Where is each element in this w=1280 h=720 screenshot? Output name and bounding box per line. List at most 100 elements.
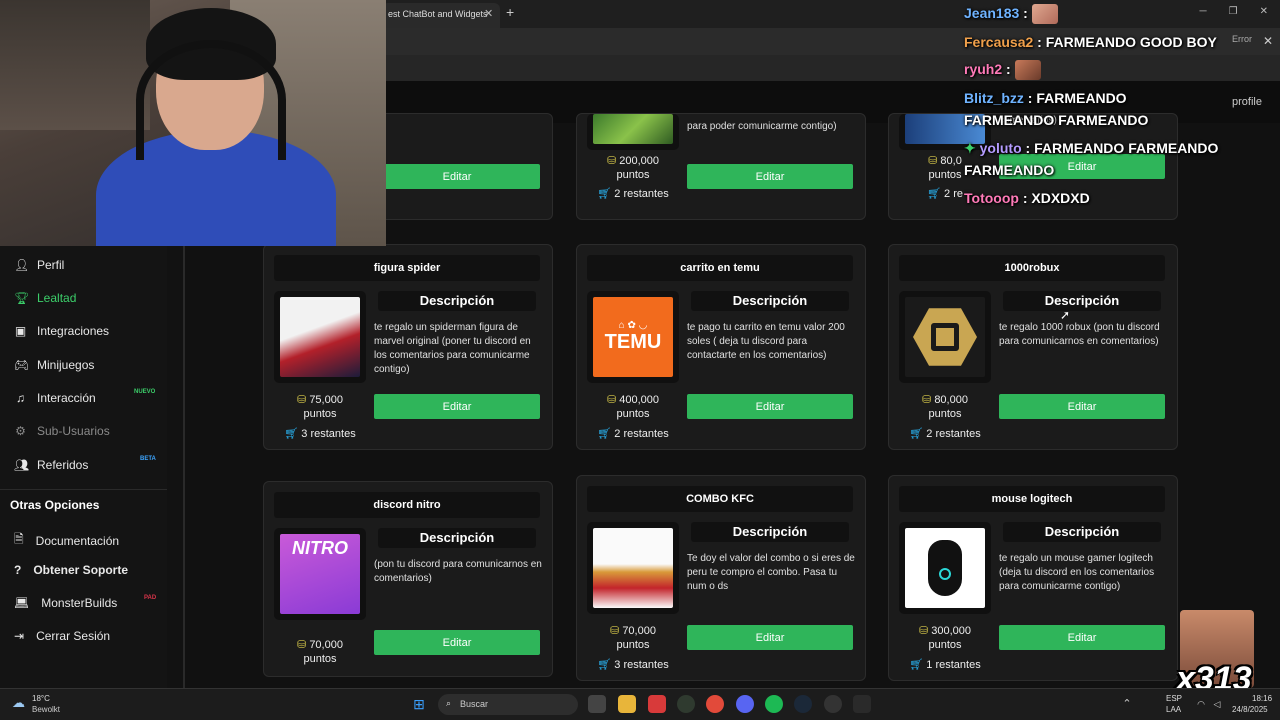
- discord-icon[interactable]: [736, 695, 754, 713]
- clock-time[interactable]: 18:16: [1252, 694, 1272, 703]
- cart-icon: 🛒︎: [927, 188, 941, 200]
- chat-message: Fercausa2 : FARMEANDO GOOD BOY: [964, 34, 1217, 50]
- reward-card: COMBO KFC Descripción Te doy el valor de…: [576, 475, 866, 681]
- reward-price: ⛁ 80,000 puntos: [922, 394, 968, 420]
- description-heading: Descripción: [1003, 291, 1161, 311]
- coin-icon: ⛁: [610, 625, 620, 637]
- music-icon: ♫: [16, 391, 25, 405]
- profile-link[interactable]: profile: [1232, 96, 1262, 108]
- edit-button[interactable]: Editar: [374, 164, 540, 189]
- steam-icon[interactable]: [794, 695, 812, 713]
- sidebar-item-sub-usuarios[interactable]: ⚙ Sub-Usuarios: [14, 424, 110, 438]
- reward-title: 1000robux: [899, 255, 1165, 281]
- reward-image: [899, 522, 991, 614]
- sidebar-item-lealtad[interactable]: 🏆︎ Lealtad: [14, 291, 76, 305]
- chrome-icon[interactable]: [706, 695, 724, 713]
- tray-chevron-icon[interactable]: ⌃: [1118, 695, 1136, 713]
- plug-icon: ▣: [14, 324, 27, 338]
- document-icon: 🗎: [14, 532, 24, 546]
- app-icon[interactable]: [648, 695, 666, 713]
- edit-button[interactable]: Editar: [687, 164, 853, 189]
- reward-image: [899, 291, 991, 383]
- cart-icon: 🛒︎: [284, 428, 299, 440]
- new-tab-button[interactable]: +: [506, 4, 514, 20]
- sidebar-item-integraciones[interactable]: ▣ Integraciones: [14, 324, 109, 338]
- chat-username: Fercausa2: [964, 34, 1034, 50]
- error-close-icon[interactable]: ✕: [1263, 34, 1273, 48]
- browser-tab[interactable]: est ChatBot and Widgets: [382, 3, 500, 28]
- tab-close-icon[interactable]: ✕: [484, 7, 493, 20]
- description-heading: Descripción: [1003, 522, 1161, 542]
- description-heading: Descripción: [378, 291, 536, 311]
- reward-title: carrito en temu: [587, 255, 853, 281]
- obs-icon[interactable]: [824, 695, 842, 713]
- sidebar: 👤︎ Perfil 🏆︎ Lealtad ▣ Integraciones 🎮︎ Mini…: [0, 246, 167, 688]
- reward-image: [587, 522, 679, 614]
- emote-icon: [1014, 60, 1041, 81]
- gamepad-icon: 🎮︎: [14, 358, 30, 372]
- weather-icon[interactable]: ☁: [12, 695, 25, 711]
- reward-price: ⛁ 70,000 puntos: [610, 625, 656, 651]
- stream-chat-overlay: Jean183 : Fercausa2 : FARMEANDO GOOD BOY…: [958, 0, 1220, 212]
- description-heading: Descripción: [378, 528, 536, 548]
- mouse-icon: [928, 540, 962, 596]
- reward-description: para poder comunicarme contigo): [687, 121, 837, 132]
- temu-logo: TEMU: [604, 331, 662, 353]
- reward-card: discord nitro NITRO Descripción (pon tu …: [263, 481, 553, 677]
- chat-username: yoluto: [979, 140, 1022, 156]
- reward-title: figura spider: [274, 255, 540, 281]
- spotify-icon[interactable]: [765, 695, 783, 713]
- sidebar-item-referidos[interactable]: 👥︎ Referidos: [14, 458, 88, 472]
- edit-button[interactable]: Editar: [374, 394, 540, 419]
- folder-icon[interactable]: [618, 695, 636, 713]
- reward-stock: 🛒︎ 2 restantes: [597, 188, 669, 200]
- error-badge[interactable]: Error: [1232, 34, 1252, 44]
- sidebar-item-perfil[interactable]: 👤︎ Perfil: [14, 258, 64, 272]
- app-icon[interactable]: [853, 695, 871, 713]
- language-indicator[interactable]: ESP: [1166, 694, 1182, 703]
- sidebar-item-documentacion[interactable]: 🗎 Documentación: [14, 530, 119, 551]
- weather-desc: Bewolkt: [32, 705, 61, 714]
- sidebar-item-soporte[interactable]: ? Obtener Soporte: [14, 563, 128, 577]
- reward-card: mouse logitech Descripción te regalo un …: [888, 475, 1178, 681]
- cart-icon: 🛒︎: [909, 659, 924, 671]
- chat-username: Jean183: [964, 5, 1020, 21]
- edit-button[interactable]: Editar: [687, 394, 853, 419]
- edit-button[interactable]: Editar: [687, 625, 853, 650]
- help-icon: ?: [14, 563, 22, 577]
- coin-icon: ⛁: [297, 639, 307, 651]
- reward-image: NITRO: [274, 528, 366, 620]
- edit-button[interactable]: Editar: [999, 625, 1165, 650]
- reward-description: te regalo un spiderman figura de marvel …: [374, 322, 531, 375]
- taskbar-search-input[interactable]: Buscar: [438, 694, 578, 715]
- reward-image: ⌂ ✿ ◡ TEMU: [587, 291, 679, 383]
- reward-price: ⛁ 400,000 puntos: [606, 394, 660, 420]
- clock-date: 24/8/2025: [1232, 705, 1268, 714]
- task-view-icon[interactable]: [588, 695, 606, 713]
- users-icon: ⚙: [15, 424, 26, 438]
- tab-title: est ChatBot and Widgets: [388, 9, 488, 19]
- chat-message: Jean183 :: [964, 2, 1220, 25]
- xbox-icon[interactable]: [677, 695, 695, 713]
- edit-button[interactable]: Editar: [374, 630, 540, 655]
- sidebar-item-interaccion[interactable]: ♫ Interacción: [14, 391, 96, 405]
- coin-icon: ⛁: [297, 394, 307, 406]
- volume-icon[interactable]: ◁: [1208, 695, 1226, 713]
- start-icon[interactable]: ⊞: [410, 695, 428, 713]
- maximize-icon[interactable]: ❐: [1229, 6, 1238, 17]
- other-options-title: Otras Opciones: [10, 498, 100, 512]
- sidebar-item-cerrar-sesion[interactable]: ⇥ Cerrar Sesión: [14, 629, 110, 643]
- close-window-icon[interactable]: ✕: [1260, 6, 1268, 17]
- sidebar-item-monsterbuilds[interactable]: 💻︎ MonsterBuilds: [14, 596, 117, 610]
- sparkle-icon: ✦: [964, 140, 976, 156]
- reward-description: Te doy el valor del combo o si eres de p…: [687, 553, 855, 592]
- chat-message: ✦ yoluto : FARMEANDO FARMEANDO FARMEANDO: [964, 140, 1219, 178]
- description-heading: Descripción: [691, 291, 849, 311]
- coin-icon: ⛁: [922, 394, 932, 406]
- edit-button[interactable]: Editar: [999, 394, 1165, 419]
- emote-icon: [1031, 4, 1058, 25]
- trophy-icon: 🏆︎: [14, 291, 30, 305]
- sidebar-item-minijuegos[interactable]: 🎮︎ Minijuegos: [14, 358, 94, 372]
- coin-icon: ⛁: [928, 155, 938, 167]
- coin-icon: ⛁: [606, 155, 617, 167]
